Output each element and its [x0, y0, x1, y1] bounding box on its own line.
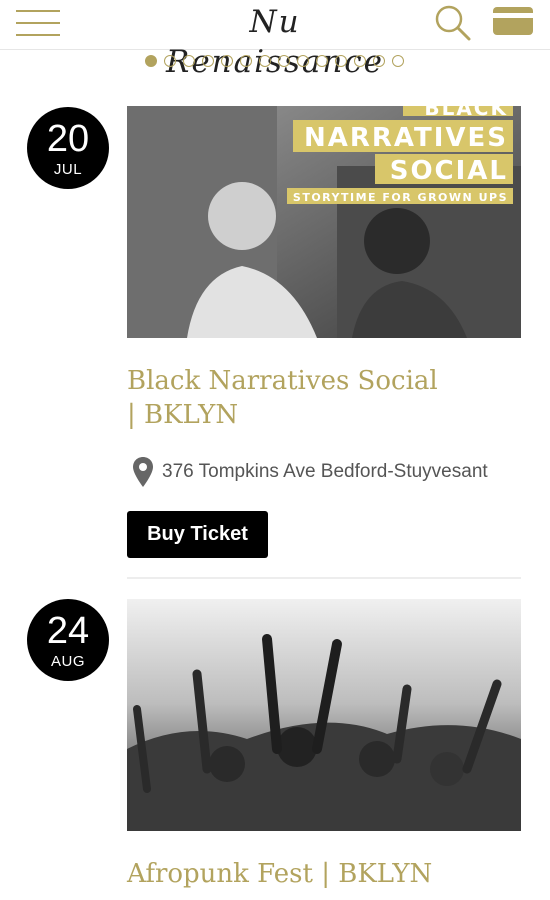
event-location: 376 Tompkins Ave Bedford-Stuyvesant	[132, 456, 488, 488]
location-pin-icon	[133, 457, 153, 487]
brand-logo[interactable]: Nu Renaissance	[150, 2, 400, 82]
carousel-dot[interactable]	[221, 55, 233, 67]
carousel-dot[interactable]	[259, 55, 271, 67]
poster-line-top: BLACK	[424, 106, 508, 120]
carousel-dot[interactable]	[278, 55, 290, 67]
event-title-line2: | BKLYN	[127, 400, 239, 430]
event-title[interactable]: Afropunk Fest | BKLYN	[127, 857, 527, 891]
carousel-dot[interactable]	[297, 55, 309, 67]
carousel-pagination	[145, 55, 404, 69]
carousel-dot[interactable]	[240, 55, 252, 67]
carousel-dot[interactable]	[392, 55, 404, 67]
carousel-dot[interactable]	[335, 55, 347, 67]
carousel-dot[interactable]	[316, 55, 328, 67]
search-icon[interactable]	[432, 2, 472, 42]
carousel-dot[interactable]	[373, 55, 385, 67]
app-header: Nu Renaissance	[0, 0, 550, 80]
event-month: JUL	[53, 161, 83, 178]
carousel-dot[interactable]	[145, 55, 157, 67]
poster-tagline: STORYTIME FOR GROWN UPS	[293, 191, 508, 204]
date-badge: 20 JUL	[27, 107, 109, 189]
date-badge: 24 AUG	[27, 599, 109, 681]
carousel-dot[interactable]	[183, 55, 195, 67]
event-title-line1: Black Narratives Social	[127, 366, 438, 396]
carousel-dot[interactable]	[202, 55, 214, 67]
credit-card-icon[interactable]	[492, 6, 534, 36]
event-address: 376 Tompkins Ave Bedford-Stuyvesant	[162, 461, 488, 482]
event-month: AUG	[50, 653, 85, 670]
event-day: 24	[46, 610, 90, 652]
poster-line-mid: NARRATIVES	[304, 123, 508, 153]
poster-line-bottom: SOCIAL	[390, 156, 508, 186]
hamburger-menu-icon[interactable]	[16, 8, 60, 38]
event-title[interactable]: Black Narratives Social | BKLYN	[127, 364, 527, 432]
event-image[interactable]: BLACK NARRATIVES SOCIAL STORYTIME FOR GR…	[127, 106, 521, 338]
carousel-dot[interactable]	[354, 55, 366, 67]
buy-ticket-button[interactable]: Buy Ticket	[127, 511, 268, 558]
event-divider	[127, 577, 521, 579]
carousel-dot[interactable]	[164, 55, 176, 67]
event-image[interactable]	[127, 599, 521, 831]
event-day: 20	[46, 118, 90, 160]
